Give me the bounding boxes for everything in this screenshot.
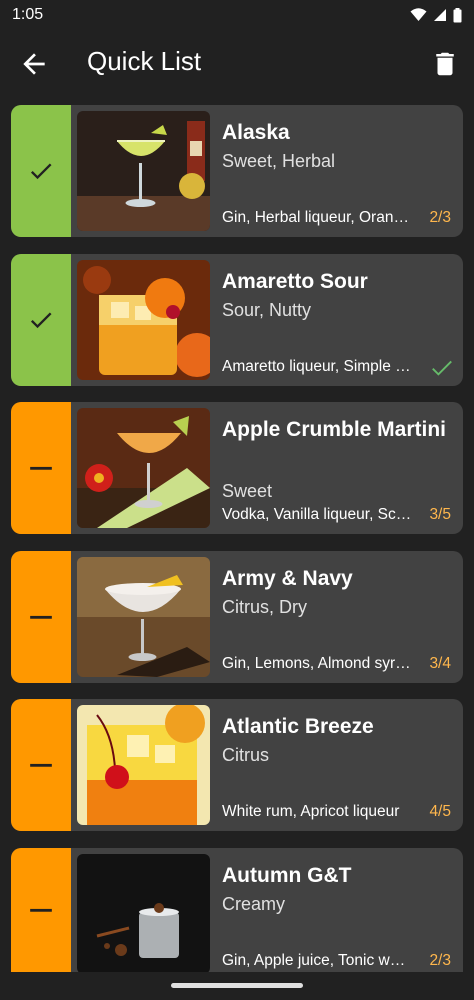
ingredient-count: 4/5 xyxy=(429,803,451,820)
cocktail-card[interactable]: Alaska Sweet, Herbal Gin, Herbal liqueur… xyxy=(11,105,463,237)
status-time: 1:05 xyxy=(12,6,44,23)
cocktail-image xyxy=(77,705,210,825)
cocktail-flavor: Sour, Nutty xyxy=(222,300,312,320)
status-bar: 1:05 xyxy=(0,0,474,30)
arrow-back-icon xyxy=(23,53,45,75)
cocktail-name: Amaretto Sour xyxy=(222,270,368,293)
ingredient-count: 3/5 xyxy=(429,506,451,523)
delete-button[interactable] xyxy=(430,48,460,80)
cocktail-ingredients: Gin, Apple juice, Tonic water xyxy=(222,952,412,969)
dash-icon xyxy=(30,763,52,767)
battery-icon xyxy=(453,7,462,22)
cocktail-flavor: Sweet, Herbal xyxy=(222,151,336,171)
complete-check-icon xyxy=(432,360,452,376)
cocktail-image xyxy=(77,260,210,380)
cocktail-ingredients: Vodka, Vanilla liqueur, Schnapps xyxy=(222,506,412,523)
dash-icon xyxy=(30,908,52,912)
status-toggle[interactable] xyxy=(11,402,71,534)
status-toggle[interactable] xyxy=(11,848,71,972)
dash-icon xyxy=(30,466,52,470)
cocktail-image xyxy=(77,557,210,677)
check-icon xyxy=(30,163,52,180)
gesture-nav-handle[interactable] xyxy=(171,983,303,988)
status-toggle[interactable] xyxy=(11,254,71,386)
cocktail-name: Alaska xyxy=(222,121,290,144)
cocktail-card[interactable]: Amaretto Sour Sour, Nutty Amaretto lique… xyxy=(11,254,463,386)
status-icons xyxy=(410,7,462,23)
trash-icon xyxy=(436,52,454,76)
cocktail-flavor: Citrus xyxy=(222,745,270,765)
cocktail-name: Atlantic Breeze xyxy=(222,715,374,738)
status-toggle[interactable] xyxy=(11,551,71,683)
status-toggle[interactable] xyxy=(11,105,71,237)
dash-icon xyxy=(30,615,52,619)
ingredient-count: 2/3 xyxy=(429,209,451,226)
ingredient-count: 2/3 xyxy=(429,952,451,969)
app-bar: Quick List xyxy=(0,30,474,96)
signal-icon xyxy=(434,9,446,21)
cocktail-image xyxy=(77,111,210,231)
cocktail-ingredients: Amaretto liqueur, Simple syrup xyxy=(222,358,412,375)
cocktail-image xyxy=(77,854,210,972)
cocktail-flavor: Citrus, Dry xyxy=(222,597,307,617)
ingredient-count: 3/4 xyxy=(429,655,451,672)
cocktail-image xyxy=(77,408,210,528)
cocktail-ingredients: Gin, Herbal liqueur, Orange bitters xyxy=(222,209,412,226)
page-title: Quick List xyxy=(87,46,202,76)
cocktail-flavor: Creamy xyxy=(222,894,286,914)
cocktail-card[interactable]: Autumn G&T Creamy Gin, Apple juice, Toni… xyxy=(11,848,463,972)
cocktail-flavor: Sweet xyxy=(222,481,273,501)
cocktail-ingredients: White rum, Apricot liqueur xyxy=(222,803,400,820)
wifi-icon xyxy=(410,8,427,21)
status-toggle[interactable] xyxy=(11,699,71,831)
cocktail-name: Autumn G&T xyxy=(222,864,352,887)
cocktail-card[interactable]: Army & Navy Citrus, Dry Gin, Lemons, Alm… xyxy=(11,551,463,683)
cocktail-name: Apple Crumble Martini xyxy=(222,418,447,441)
cocktail-ingredients: Gin, Lemons, Almond syrup xyxy=(222,655,412,672)
cocktail-name: Army & Navy xyxy=(222,567,353,590)
cocktail-card[interactable]: Atlantic Breeze Citrus White rum, Aprico… xyxy=(11,699,463,831)
check-icon xyxy=(30,312,52,329)
cocktail-card[interactable]: Apple Crumble Martini Sweet Vodka, Vanil… xyxy=(11,402,463,534)
back-button[interactable] xyxy=(18,48,50,80)
